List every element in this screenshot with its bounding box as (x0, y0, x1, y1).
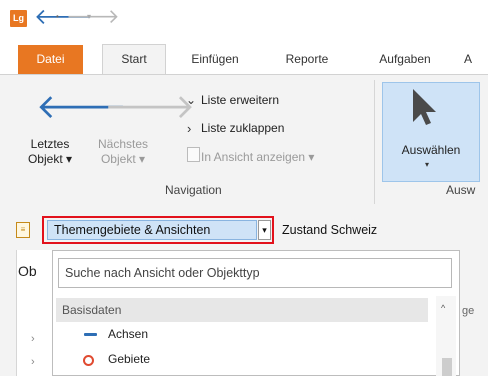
combo-value: Themengebiete & Ansichten (54, 223, 211, 237)
list-item-gebiete[interactable]: Gebiete (108, 352, 150, 366)
in-ansicht-anzeigen-button[interactable]: In Ansicht anzeigen ▾ (201, 150, 314, 164)
tab-reporte[interactable]: Reporte (277, 45, 337, 74)
chevron-down-icon: ▾ (425, 160, 430, 169)
forward-arrow-icon[interactable]: 🡒 (66, 6, 120, 28)
group-header-label: Basisdaten (62, 303, 122, 317)
forward-dropdown-icon[interactable]: ▾ (87, 12, 91, 21)
clipboard-icon[interactable]: ≡ (16, 222, 30, 238)
chevron-down-icon: ⌄ (186, 93, 197, 107)
tab-einfuegen[interactable]: Einfügen (180, 45, 250, 74)
combo-dropdown-button[interactable]: ▾ (258, 220, 271, 240)
document-icon (187, 147, 200, 162)
letztes-objekt-button[interactable]: Letztes Objekt ▾ (20, 137, 80, 167)
cursor-icon (413, 89, 436, 125)
back-dropdown-icon[interactable]: • (56, 12, 59, 21)
chevron-right-icon: › (187, 121, 192, 136)
tab-aufgaben[interactable]: Aufgaben (370, 45, 440, 74)
panel-title: Ob (18, 263, 37, 279)
naechstes-objekt-button[interactable]: Nächstes Objekt ▾ (92, 137, 154, 167)
zustand-label[interactable]: Zustand Schweiz (282, 223, 377, 237)
ribbon-separator (374, 80, 375, 204)
group-label-navigation: Navigation (165, 183, 222, 197)
tab-datei[interactable]: Datei (18, 45, 83, 74)
auswaehlen-label: Auswählen (401, 143, 461, 157)
line-icon (84, 333, 97, 336)
search-input[interactable] (58, 258, 452, 288)
tab-start[interactable]: Start (102, 44, 166, 75)
chevron-right-icon[interactable]: › (31, 356, 35, 368)
circle-icon (83, 355, 94, 366)
scroll-up-icon[interactable]: ^ (441, 303, 445, 313)
chevron-right-icon[interactable]: › (31, 333, 35, 345)
liste-erweitern-button[interactable]: Liste erweitern (201, 93, 279, 107)
liste-zuklappen-button[interactable]: Liste zuklappen (201, 121, 284, 135)
column-fragment: ge (462, 305, 475, 317)
tab-overflow[interactable]: A (458, 45, 478, 74)
list-item-achsen[interactable]: Achsen (108, 327, 148, 341)
app-logo: Lg (10, 10, 27, 27)
group-label-auswahl: Ausw (446, 183, 476, 197)
scrollbar-thumb[interactable] (442, 358, 452, 376)
arrow-right-icon: 🡒 (104, 88, 196, 126)
